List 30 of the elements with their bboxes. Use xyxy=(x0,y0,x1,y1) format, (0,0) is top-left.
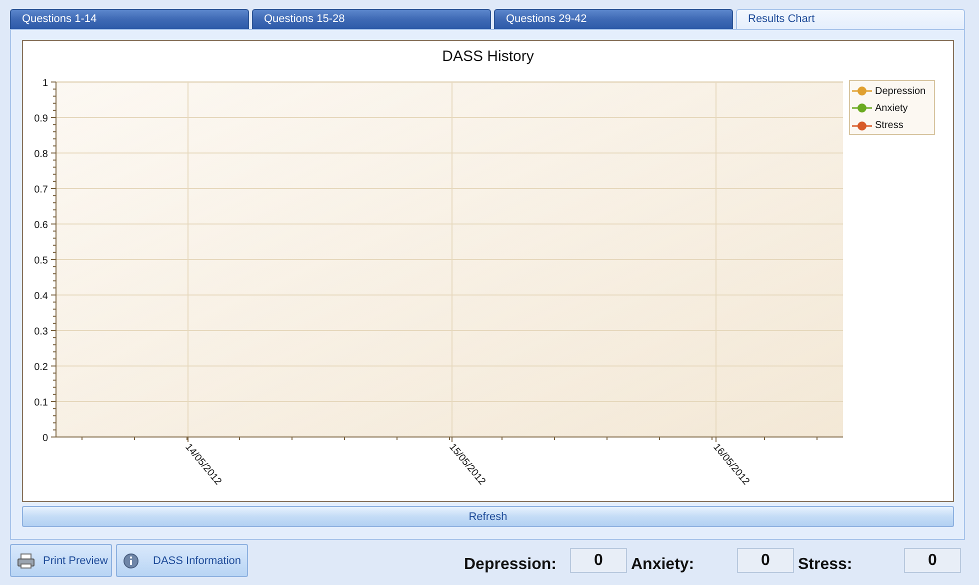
print-preview-button[interactable]: Print Preview xyxy=(10,544,112,577)
score-label: Depression: xyxy=(464,554,558,574)
score-label: Stress: xyxy=(798,554,854,574)
info-icon xyxy=(123,552,139,568)
tab[interactable]: Questions 29-42 xyxy=(494,9,733,29)
legend-label: Depression xyxy=(875,86,926,97)
y-tick-label: 0.6 xyxy=(34,220,48,231)
score-value: 0 xyxy=(570,548,627,573)
y-tick-label: 0 xyxy=(42,433,48,444)
score-value: 0 xyxy=(737,548,794,573)
y-tick-label: 0.8 xyxy=(34,149,48,160)
tab[interactable]: Questions 15-28 xyxy=(252,9,491,29)
legend-label: Stress xyxy=(875,120,904,132)
y-tick-label: 0.5 xyxy=(34,256,48,266)
refresh-button[interactable]: Refresh xyxy=(22,506,954,527)
tab[interactable]: Questions 1-14 xyxy=(10,9,249,29)
score-label: Anxiety: xyxy=(631,554,696,574)
score-value: 0 xyxy=(904,548,961,573)
y-tick-label: 0.9 xyxy=(34,114,48,124)
y-tick-label: 0.2 xyxy=(34,362,48,373)
information-button[interactable]: DASS Information xyxy=(116,544,248,577)
legend-label: Anxiety xyxy=(875,102,908,114)
y-tick-label: 0.4 xyxy=(34,291,48,302)
chart-title: DASS History xyxy=(442,48,534,67)
y-tick-label: 0.1 xyxy=(34,398,48,408)
y-tick-label: 1 xyxy=(42,78,48,89)
y-tick-label: 0.7 xyxy=(34,184,48,196)
tab[interactable]: Results Chart xyxy=(736,9,965,29)
printer-icon xyxy=(17,552,35,568)
y-tick-label: 0.3 xyxy=(34,326,48,338)
